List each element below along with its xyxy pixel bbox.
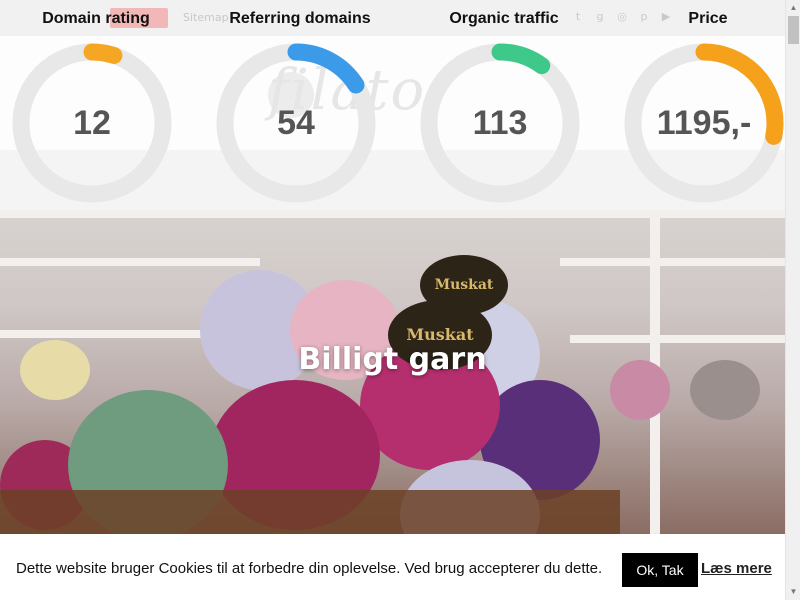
hero-banner[interactable]: Muskat Muskat Billigt garn [0,210,785,534]
metrics-panel: Domain rating 12 Referring domains 54 Or… [0,0,785,210]
metric-label: Referring domains [229,10,371,27]
basket [0,490,620,534]
metric-referring-domains: Referring domains 54 [200,0,400,210]
metric-value: 12 [73,104,111,142]
metric-organic-traffic: Organic traffic 113 [404,0,604,210]
scroll-down-arrow-icon[interactable]: ▼ [786,584,800,600]
cookie-message: Dette website bruger Cookies til at forb… [16,560,603,577]
metric-value: 1195,- [656,104,752,142]
metric-label: Domain rating [42,10,150,27]
shelf-board [560,258,785,266]
shelf-board [0,330,230,338]
metric-domain-rating: Domain rating 12 [0,0,196,210]
scroll-thumb[interactable] [788,16,799,44]
metric-value: 54 [277,104,315,142]
metric-value: 113 [472,104,528,142]
scrollbar[interactable]: ▲ ▼ [785,0,800,600]
cookie-read-more-link[interactable]: Læs mere [701,560,772,577]
metric-label: Price [688,10,728,27]
scroll-up-arrow-icon[interactable]: ▲ [786,0,800,16]
shelf-board [0,258,260,266]
metric-price: Price 1195,- [608,0,800,210]
cookie-accept-button[interactable]: Ok, Tak [622,553,698,587]
metric-label: Organic traffic [449,10,559,27]
shelf-board [0,210,785,218]
hero-title: Billigt garn [298,342,487,377]
